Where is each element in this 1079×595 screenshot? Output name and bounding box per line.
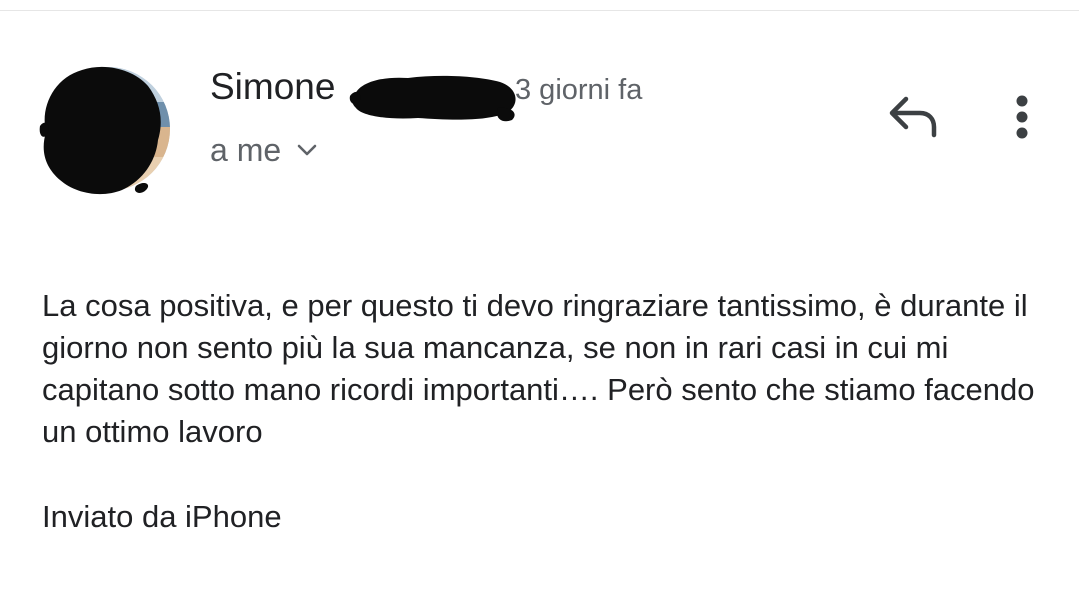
chevron-down-icon[interactable] [295,138,319,162]
recipient-toggle[interactable]: a me [210,128,319,172]
more-options-button[interactable] [998,92,1046,146]
message-header: Simone 3 giorni fa a me [0,0,1079,220]
reply-icon [886,95,940,144]
redaction-scribble [348,68,522,126]
sender-name[interactable]: Simone [210,64,335,110]
message-signature: Inviato da iPhone [42,499,282,534]
sender-avatar[interactable] [36,62,170,196]
time-ago: 3 giorni fa [515,74,643,106]
reply-button[interactable] [880,90,946,148]
recipient-label: a me [210,132,282,168]
more-vert-icon [1015,95,1029,144]
message-body: La cosa positiva, e per questo ti devo r… [42,288,1035,449]
